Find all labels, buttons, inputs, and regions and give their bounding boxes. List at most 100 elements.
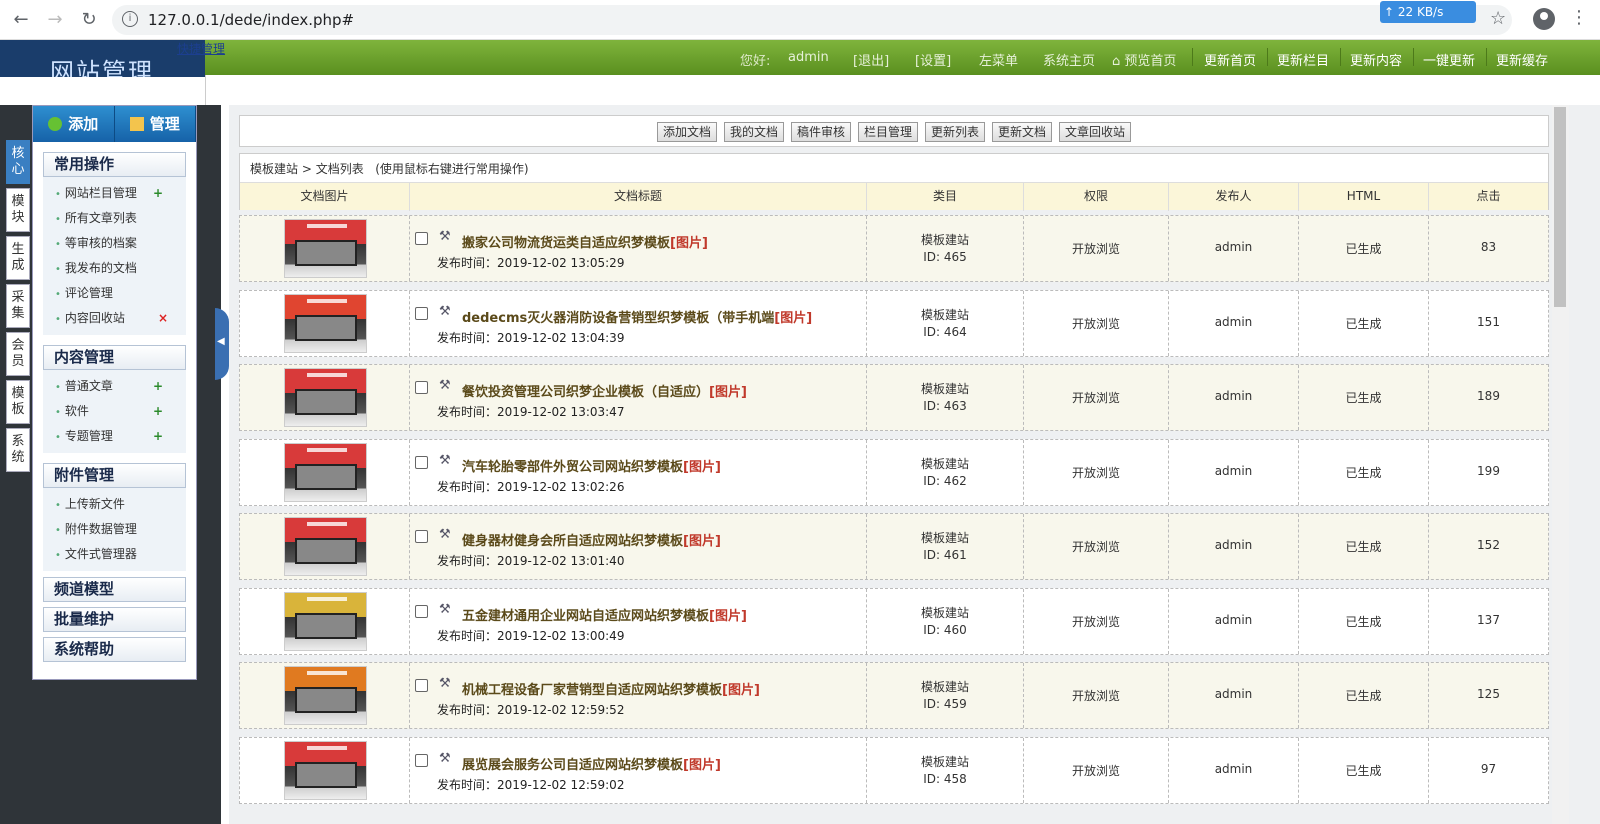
doc-title-link[interactable]: 餐饮投资管理公司织梦企业模板（自适应）[图片]	[462, 381, 747, 400]
system-home-link[interactable]: 系统主页	[1043, 50, 1095, 69]
breadcrumb-root[interactable]: 模板建站	[250, 162, 298, 176]
section-batch[interactable]: 批量维护	[43, 607, 186, 632]
category-link[interactable]: 模板建站	[867, 231, 1023, 248]
forward-icon[interactable]: →	[44, 9, 66, 31]
wrench-icon[interactable]: ⚒	[439, 453, 451, 468]
address-bar[interactable]: i 127.0.0.1/dede/index.php#	[112, 5, 1512, 35]
doc-thumbnail[interactable]	[284, 740, 367, 800]
table-row[interactable]: ⚒ 汽车轮胎零部件外贸公司网站织梦模板[图片] 发布时间：2019-12-02 13…	[239, 438, 1549, 506]
table-row[interactable]: ⚒ 餐饮投资管理公司织梦企业模板（自适应）[图片] 发布时间：2019-12-02 …	[239, 364, 1549, 431]
settings-link[interactable]: [设置]	[915, 50, 951, 69]
tab-generate[interactable]: 生成	[6, 236, 30, 280]
one-click-update-button[interactable]: 一键更新	[1423, 50, 1475, 69]
info-icon[interactable]: i	[122, 11, 138, 27]
review-button[interactable]: 稿件审核	[791, 122, 852, 142]
row-checkbox[interactable]	[415, 753, 428, 767]
doc-title-link[interactable]: 搬家公司物流货运类自适应织梦模板[图片]	[462, 232, 708, 251]
table-row[interactable]: ⚒ 五金建材通用企业网站自适应网站织梦模板[图片] 发布时间：2019-12-02 …	[239, 587, 1549, 655]
add-icon[interactable]: +	[153, 399, 163, 424]
sidebar-item-attach-data[interactable]: 附件数据管理	[43, 517, 186, 542]
sidebar-item-comments[interactable]: 评论管理	[43, 281, 186, 306]
tab-system[interactable]: 系统	[6, 428, 30, 472]
collapse-sidebar-handle[interactable]: ◀	[215, 308, 229, 380]
my-docs-button[interactable]: 我的文档	[724, 122, 785, 142]
recycle-bin-button[interactable]: 文章回收站	[1059, 122, 1132, 142]
doc-title-link[interactable]: 机械工程设备厂家营销型自适应网站织梦模板[图片]	[462, 679, 760, 698]
doc-thumbnail[interactable]	[284, 591, 367, 651]
section-content-manage[interactable]: 内容管理	[43, 345, 186, 370]
tab-collect[interactable]: 采集	[6, 284, 30, 328]
doc-thumbnail[interactable]	[284, 517, 367, 576]
tab-core[interactable]: 核心	[6, 140, 30, 184]
table-row[interactable]: ⚒ 机械工程设备厂家营销型自适应网站织梦模板[图片] 发布时间：2019-12-02…	[239, 662, 1549, 729]
column-manage-button[interactable]: 栏目管理	[858, 122, 919, 142]
section-channel-model[interactable]: 频道模型	[43, 577, 186, 602]
row-checkbox[interactable]	[415, 232, 428, 245]
update-cache-button[interactable]: 更新缓存	[1496, 50, 1548, 69]
doc-thumbnail[interactable]	[284, 293, 367, 353]
row-checkbox[interactable]	[415, 530, 428, 543]
sidebar-item-recycle[interactable]: 内容回收站 ×	[43, 306, 186, 331]
update-home-button[interactable]: 更新首页	[1204, 50, 1256, 69]
row-checkbox[interactable]	[415, 679, 428, 692]
category-link[interactable]: 模板建站	[867, 678, 1023, 695]
add-tab-button[interactable]: 添加	[33, 106, 115, 142]
doc-title-link[interactable]: 展览展会服务公司自适应网站织梦模板[图片]	[462, 754, 721, 773]
row-checkbox[interactable]	[415, 381, 428, 394]
wrench-icon[interactable]: ⚒	[439, 304, 451, 319]
sidebar-item-topics[interactable]: 专题管理 +	[43, 424, 186, 449]
update-list-button[interactable]: 更新列表	[925, 122, 986, 142]
add-icon[interactable]: +	[153, 374, 163, 399]
wrench-icon[interactable]: ⚒	[439, 229, 451, 244]
wrench-icon[interactable]: ⚒	[439, 676, 451, 691]
bookmark-star-icon[interactable]: ☆	[1490, 8, 1506, 29]
left-menu-link[interactable]: 左菜单	[979, 50, 1018, 69]
profile-avatar-icon[interactable]	[1533, 8, 1555, 30]
clear-icon[interactable]: ×	[158, 306, 168, 331]
table-row[interactable]: ⚒ 搬家公司物流货运类自适应织梦模板[图片] 发布时间：2019-12-02 13:…	[239, 215, 1549, 282]
table-row[interactable]: ⚒ 健身器材健身会所自适应网站织梦模板[图片] 发布时间：2019-12-02 13…	[239, 513, 1549, 580]
preview-home-link[interactable]: ⌂ 预览首页	[1112, 50, 1176, 69]
wrench-icon[interactable]: ⚒	[439, 602, 451, 617]
doc-thumbnail[interactable]	[284, 368, 367, 427]
page-scrollbar[interactable]	[1552, 105, 1569, 824]
wrench-icon[interactable]: ⚒	[439, 527, 451, 542]
doc-title-link[interactable]: 五金建材通用企业网站自适应网站织梦模板[图片]	[462, 605, 747, 624]
sidebar-item-articles[interactable]: 普通文章 +	[43, 374, 186, 399]
category-link[interactable]: 模板建站	[867, 380, 1023, 397]
sidebar-item-column-manage[interactable]: 网站栏目管理 +	[43, 181, 186, 206]
section-help[interactable]: 系统帮助	[43, 637, 186, 662]
doc-title-link[interactable]: dedecms灭火器消防设备营销型织梦模板（带手机端[图片]	[462, 307, 812, 326]
menu-kebab-icon[interactable]: ⋮	[1570, 7, 1588, 28]
doc-thumbnail[interactable]	[284, 666, 367, 725]
add-doc-button[interactable]: 添加文档	[657, 122, 718, 142]
row-checkbox[interactable]	[415, 306, 428, 320]
doc-thumbnail[interactable]	[284, 442, 367, 502]
tab-template[interactable]: 模板	[6, 380, 30, 424]
quick-manage-link[interactable]: 快捷管理	[177, 40, 225, 57]
doc-title-link[interactable]: 健身器材健身会所自适应网站织梦模板[图片]	[462, 530, 721, 549]
sidebar-item-all-articles[interactable]: 所有文章列表	[43, 206, 186, 231]
row-checkbox[interactable]	[415, 455, 428, 469]
manage-tab-button[interactable]: 管理	[114, 106, 196, 142]
tab-module[interactable]: 模块	[6, 188, 30, 232]
category-link[interactable]: 模板建站	[867, 529, 1023, 546]
doc-thumbnail[interactable]	[284, 219, 367, 278]
add-icon[interactable]: +	[153, 424, 163, 449]
logout-link[interactable]: [退出]	[853, 50, 889, 69]
table-row[interactable]: ⚒ dedecms灭火器消防设备营销型织梦模板（带手机端[图片] 发布时间：2019…	[239, 289, 1549, 357]
row-checkbox[interactable]	[415, 604, 428, 618]
category-link[interactable]: 模板建站	[867, 753, 1023, 770]
tab-member[interactable]: 会员	[6, 332, 30, 376]
wrench-icon[interactable]: ⚒	[439, 378, 451, 393]
section-common-ops[interactable]: 常用操作	[43, 152, 186, 177]
sidebar-item-my-docs[interactable]: 我发布的文档	[43, 256, 186, 281]
wrench-icon[interactable]: ⚒	[439, 751, 451, 766]
doc-title-link[interactable]: 汽车轮胎零部件外贸公司网站织梦模板[图片]	[462, 456, 721, 475]
section-attachments[interactable]: 附件管理	[43, 463, 186, 488]
sidebar-item-upload[interactable]: 上传新文件	[43, 492, 186, 517]
category-link[interactable]: 模板建站	[867, 455, 1023, 472]
update-column-button[interactable]: 更新栏目	[1277, 50, 1329, 69]
update-doc-button[interactable]: 更新文档	[992, 122, 1053, 142]
update-content-button[interactable]: 更新内容	[1350, 50, 1402, 69]
